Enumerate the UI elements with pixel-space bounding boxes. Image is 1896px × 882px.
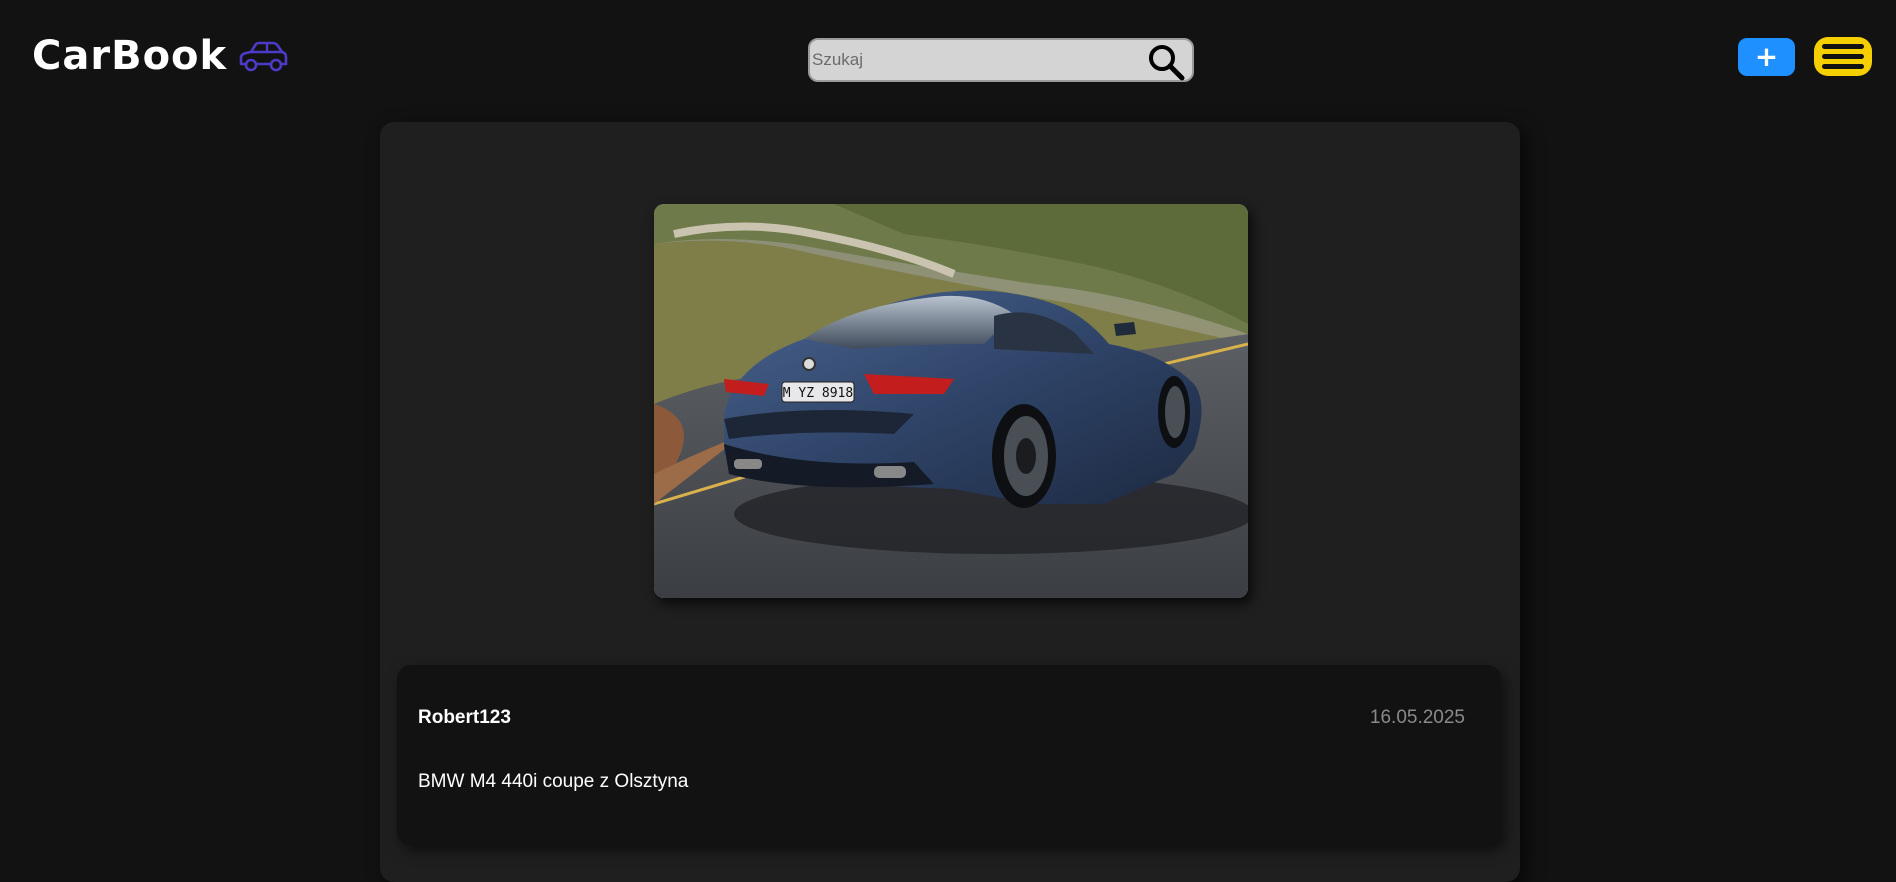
plus-icon: + bbox=[1754, 40, 1779, 73]
top-bar: CarBook + bbox=[0, 0, 1896, 112]
post-description: BMW M4 440i coupe z Olsztyna bbox=[418, 771, 689, 792]
menu-bar bbox=[1822, 44, 1864, 49]
hamburger-menu-icon[interactable] bbox=[1814, 37, 1872, 76]
post-date: 16.05.2025 bbox=[1369, 707, 1465, 728]
car-photo-image: M YZ 8918 bbox=[654, 204, 1248, 598]
license-plate-text: M YZ 8918 bbox=[783, 386, 853, 401]
logo-text: CarBook bbox=[32, 33, 228, 79]
author-name[interactable]: Robert123 bbox=[418, 707, 511, 729]
car-photo[interactable]: M YZ 8918 bbox=[654, 204, 1248, 598]
search-icon[interactable] bbox=[1146, 42, 1186, 82]
search-input[interactable] bbox=[810, 49, 1134, 71]
car-icon bbox=[239, 41, 288, 72]
logo[interactable]: CarBook bbox=[32, 36, 289, 76]
menu-bar bbox=[1822, 54, 1864, 59]
search-box bbox=[808, 38, 1194, 82]
post-info: Robert123 16.05.2025 BMW M4 440i coupe z… bbox=[397, 665, 1501, 845]
menu-bar bbox=[1822, 64, 1864, 69]
add-post-button[interactable]: + bbox=[1738, 38, 1795, 76]
post-card: M YZ 8918 Robert123 16.05.2025 BMW M4 44… bbox=[380, 122, 1520, 882]
